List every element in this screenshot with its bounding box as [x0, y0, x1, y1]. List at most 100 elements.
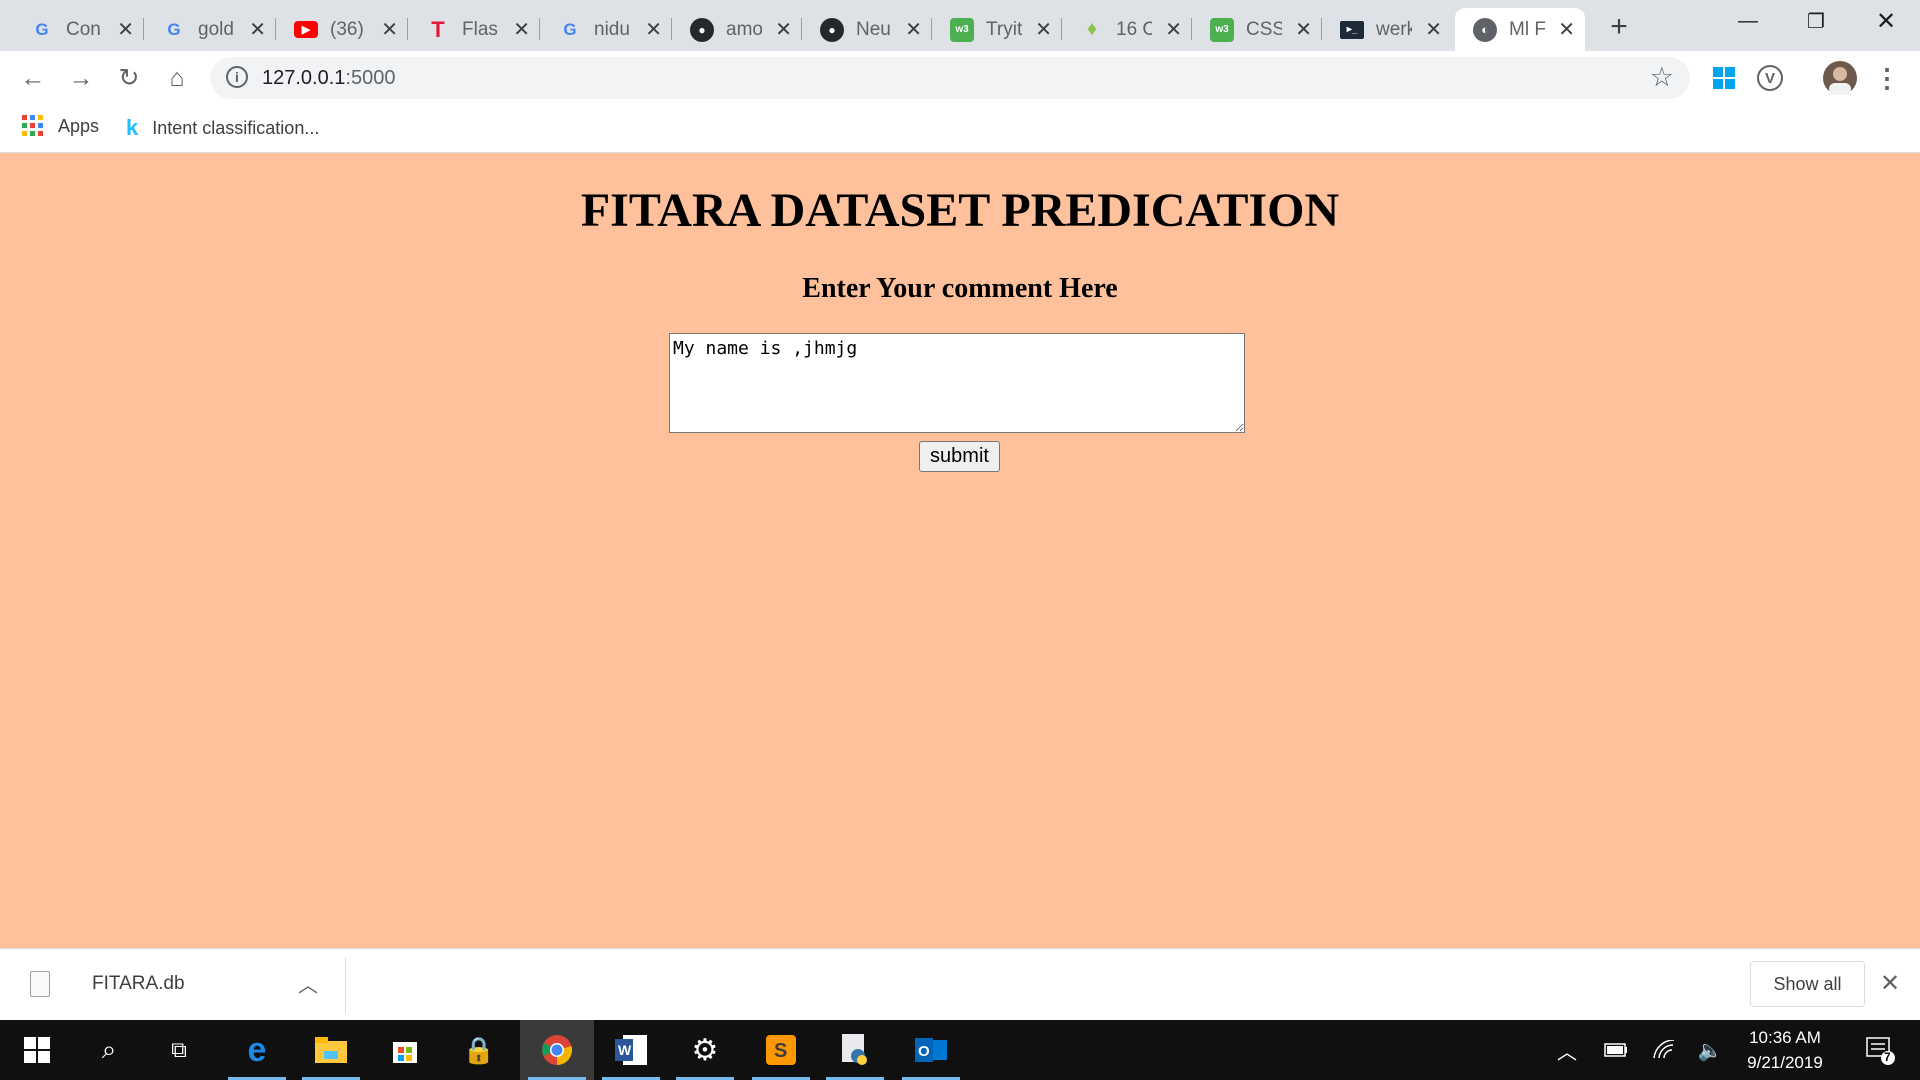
tab-title: Tryit — [986, 18, 1022, 40]
tab-title: Neu — [856, 18, 891, 40]
clock-date: 9/21/2019 — [1747, 1053, 1823, 1072]
tab-title: Con — [66, 18, 101, 40]
browser-tab-active[interactable]: ◐ Ml F ✕ — [1455, 8, 1585, 51]
new-tab-button[interactable]: + — [1602, 10, 1636, 44]
lock-app-icon[interactable]: 🔒 — [442, 1020, 516, 1080]
windows-extension-icon[interactable] — [1709, 63, 1739, 93]
w3schools-icon: w3 — [1210, 17, 1234, 42]
tab-title: 16 C — [1116, 18, 1152, 40]
info-icon[interactable]: i — [226, 66, 248, 88]
python-file-icon[interactable] — [818, 1020, 892, 1080]
submit-button[interactable]: submit — [919, 441, 1000, 472]
browser-tab[interactable]: ▶ (36) ✕ — [276, 8, 408, 51]
forward-button[interactable]: → — [64, 61, 98, 95]
clock-time: 10:36 AM — [1749, 1028, 1821, 1047]
close-icon[interactable]: ✕ — [249, 17, 266, 42]
google-icon: G — [563, 19, 577, 39]
comment-textarea[interactable]: My name is ,jhmjg — [669, 333, 1245, 433]
url-host: 127.0.0.1 — [262, 67, 346, 89]
close-icon[interactable]: ✕ — [1880, 969, 1900, 998]
page-content: FITARA DATASET PREDICATION Enter Your co… — [0, 153, 1920, 948]
battery-icon[interactable] — [1600, 1020, 1632, 1080]
taskbar-clock[interactable]: 10:36 AM 9/21/2019 — [1730, 1025, 1840, 1075]
word-icon[interactable]: W — [594, 1020, 668, 1080]
windows-logo-icon — [24, 1037, 50, 1063]
browser-tab[interactable]: ♦ 16 C ✕ — [1062, 8, 1192, 51]
notification-center-icon[interactable]: 7 — [1856, 1020, 1904, 1080]
browser-toolbar: ← → ↻ ⌂ i 127.0.0.1:5000 ☆ V ⋮ — [0, 51, 1920, 105]
apps-grid-icon — [22, 115, 43, 136]
browser-tab[interactable]: w3 CSS ✕ — [1192, 8, 1322, 51]
tab-title: werk — [1376, 18, 1412, 40]
close-icon[interactable]: ✕ — [1035, 17, 1052, 42]
bookmark-intent-classification[interactable]: k Intent classification... — [126, 115, 319, 141]
chevron-up-icon[interactable]: ︿ — [1552, 1020, 1582, 1080]
bookmarks-bar: Apps k Intent classification... — [0, 105, 1920, 153]
reload-button[interactable]: ↻ — [112, 61, 146, 95]
browser-tab[interactable]: ▸_ werk ✕ — [1322, 8, 1452, 51]
close-icon[interactable]: ✕ — [117, 17, 134, 42]
avatar[interactable] — [1823, 61, 1857, 95]
download-item[interactable]: FITARA.db — [30, 971, 185, 997]
minimize-button[interactable]: — — [1714, 0, 1782, 42]
svg-text:O: O — [918, 1043, 930, 1060]
download-file-name: FITARA.db — [92, 973, 185, 994]
close-icon[interactable]: ✕ — [1165, 17, 1182, 42]
browser-tab[interactable]: T Flask ✕ — [408, 8, 540, 51]
bookmark-label: Apps — [58, 115, 100, 136]
wifi-icon[interactable] — [1648, 1020, 1680, 1080]
tab-title: gold — [198, 18, 234, 40]
vpn-extension-icon[interactable]: V — [1757, 65, 1783, 91]
tab-title: nidu — [594, 18, 630, 40]
address-url[interactable]: 127.0.0.1:5000 — [262, 67, 395, 90]
close-icon[interactable]: ✕ — [645, 17, 662, 42]
edge-icon[interactable]: e — [220, 1020, 294, 1080]
browser-tab[interactable]: G Con ✕ — [12, 8, 144, 51]
page-subtitle: Enter Your comment Here — [802, 273, 1118, 304]
task-view-icon[interactable]: ⧉ — [142, 1020, 216, 1080]
store-icon[interactable] — [368, 1020, 442, 1080]
tab-title: amo — [726, 18, 762, 40]
window-close-button[interactable]: ✕ — [1852, 0, 1920, 42]
search-icon[interactable]: ⌕ — [72, 1020, 146, 1080]
chrome-icon[interactable] — [520, 1020, 594, 1080]
tesla-icon: T — [431, 16, 445, 42]
settings-gear-icon[interactable]: ⚙ — [668, 1020, 742, 1080]
bookmark-star-icon[interactable]: ☆ — [1650, 62, 1674, 93]
browser-tab[interactable]: G nidu ✕ — [540, 8, 672, 51]
page-title: FITARA DATASET PREDICATION — [580, 184, 1340, 237]
back-button[interactable]: ← — [16, 61, 50, 95]
close-icon[interactable]: ✕ — [1295, 17, 1312, 42]
tab-title: Flask — [462, 18, 498, 40]
browser-tab[interactable]: G gold ✕ — [144, 8, 276, 51]
chevron-up-icon[interactable]: ︿ — [298, 969, 318, 998]
close-icon[interactable]: ✕ — [513, 17, 530, 42]
close-icon[interactable]: ✕ — [381, 17, 398, 42]
url-port: :5000 — [345, 67, 396, 89]
close-icon[interactable]: ✕ — [775, 17, 792, 42]
tab-title: CSS — [1246, 18, 1282, 40]
restore-button[interactable]: ❐ — [1782, 0, 1850, 42]
volume-icon[interactable]: 🔈 — [1694, 1020, 1726, 1080]
outlook-icon[interactable]: O — [894, 1020, 968, 1080]
address-bar[interactable]: i 127.0.0.1:5000 ☆ — [210, 57, 1690, 99]
show-all-button[interactable]: Show all — [1750, 961, 1865, 1007]
browser-tab[interactable]: w3 Tryit ✕ — [932, 8, 1062, 51]
browser-tab[interactable]: ● amo ✕ — [672, 8, 802, 51]
divider — [345, 957, 346, 1013]
google-icon: G — [167, 19, 181, 39]
kaggle-icon: k — [126, 115, 139, 140]
browser-tab[interactable]: ● Neu ✕ — [802, 8, 932, 51]
tab-strip: G Con ✕ G gold ✕ ▶ (36) ✕ T Flask ✕ G ni… — [0, 0, 1920, 51]
file-explorer-icon[interactable] — [294, 1020, 368, 1080]
close-icon[interactable]: ✕ — [1425, 17, 1442, 42]
svg-text:W: W — [618, 1042, 632, 1058]
close-icon[interactable]: ✕ — [1558, 17, 1575, 42]
start-button[interactable] — [0, 1020, 74, 1080]
bookmark-apps[interactable]: Apps — [22, 115, 99, 137]
menu-icon[interactable]: ⋮ — [1870, 61, 1904, 95]
home-button[interactable]: ⌂ — [160, 61, 194, 95]
google-icon: G — [35, 19, 49, 39]
close-icon[interactable]: ✕ — [905, 17, 922, 42]
sublime-text-icon[interactable]: S — [744, 1020, 818, 1080]
